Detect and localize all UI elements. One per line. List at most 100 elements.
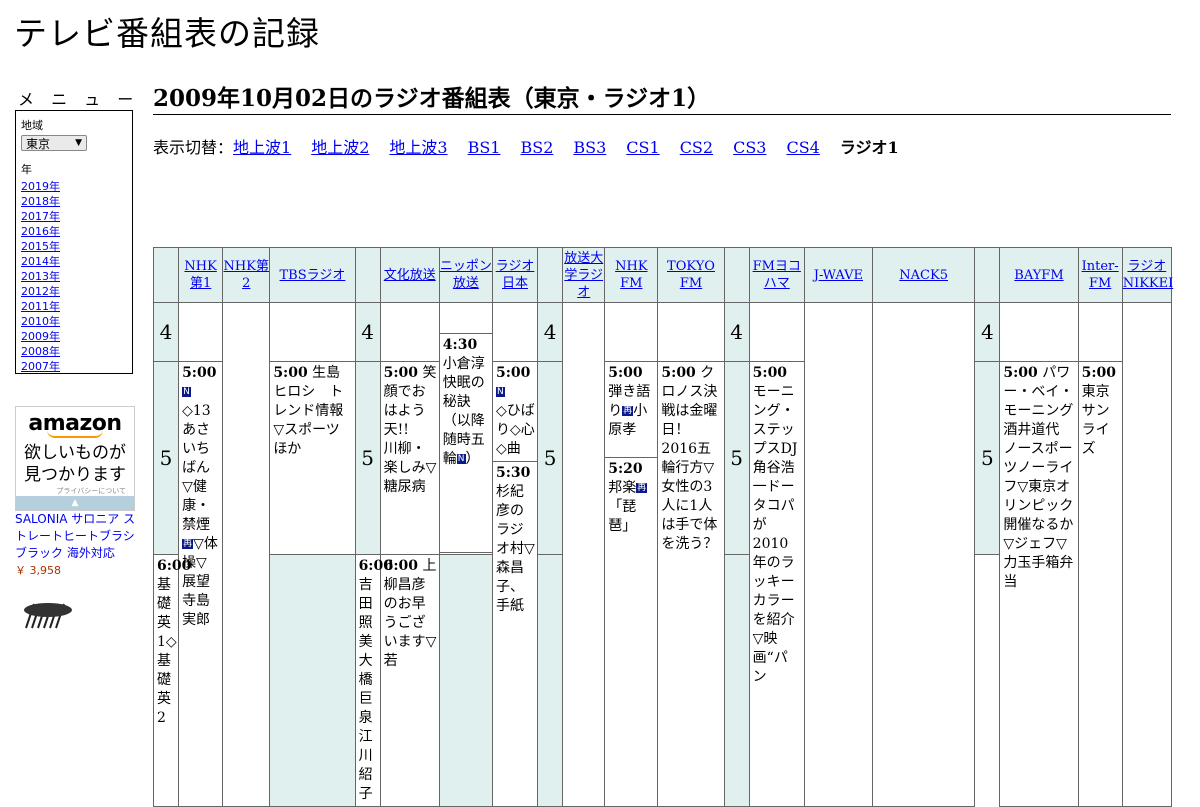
program-cell[interactable]: 4:30 小倉淳 快眠の秘訣 （以降随時五輪N） bbox=[438, 333, 493, 553]
hour-label: 4 bbox=[537, 302, 564, 362]
station-link-bayfm[interactable]: BAYFM bbox=[1014, 268, 1063, 283]
station-link-interfm[interactable]: Inter-FM bbox=[1082, 259, 1119, 291]
station-link-nhk2[interactable]: NHK第2 bbox=[224, 259, 269, 291]
program-time: 5:00 bbox=[608, 365, 643, 381]
switch-link[interactable]: CS3 bbox=[733, 138, 766, 157]
year-link[interactable]: 2019年 bbox=[21, 180, 60, 193]
switch-link[interactable]: CS2 bbox=[680, 138, 713, 157]
year-link[interactable]: 2013年 bbox=[21, 270, 60, 283]
program-cell[interactable]: 5:00 クロノス決戦は金曜日！2016五輪行方▽女性の3人に1人は手で体を洗う… bbox=[657, 361, 725, 807]
program-cell[interactable]: 6:00 上柳昌彦のお早うございます▽若 bbox=[379, 554, 440, 807]
hour-header-cell bbox=[152, 247, 180, 303]
program-time: 4:30 bbox=[442, 337, 478, 353]
switch-link[interactable]: 地上波3 bbox=[389, 138, 447, 157]
year-link[interactable]: 2008年 bbox=[21, 345, 60, 358]
switch-current: ラジオ1 bbox=[839, 138, 899, 157]
year-link[interactable]: 2014年 bbox=[21, 255, 60, 268]
station-link-nhkfm[interactable]: NHK FM bbox=[615, 259, 647, 291]
program-text: クロノス決戦は金曜日！2016五輪行方▽女性の3人に1人は手で体を洗う？ bbox=[661, 365, 718, 552]
program-cell[interactable]: 5:00 笑顔でおはよう天!! 川柳・楽しみ▽糖尿病 bbox=[379, 361, 440, 555]
hour-header-cell bbox=[974, 247, 1001, 303]
year-link[interactable]: 2016年 bbox=[21, 225, 60, 238]
year-link[interactable]: 2012年 bbox=[21, 285, 60, 298]
year-link[interactable]: 2007年 bbox=[21, 360, 60, 373]
program-cell[interactable]: 6:00 基礎英1◇基礎英2 bbox=[152, 554, 191, 807]
switch-link[interactable]: CS1 bbox=[626, 138, 659, 157]
ad-privacy-link[interactable]: プライバシーについて bbox=[16, 486, 134, 496]
hour-label: 5 bbox=[723, 361, 750, 555]
news-badge-icon: N bbox=[182, 387, 191, 397]
station-header: TOKYO FM bbox=[657, 247, 725, 303]
ad-product-link[interactable]: SALONIA サロニア ストレートヒートブラシ ブラック 海外対応 bbox=[15, 512, 135, 560]
station-link-tokyofm[interactable]: TOKYO FM bbox=[667, 259, 715, 291]
rerun-badge-icon: 再 bbox=[622, 406, 634, 416]
switch-link[interactable]: CS4 bbox=[786, 138, 819, 157]
station-header: J-WAVE bbox=[803, 247, 874, 303]
program-text: 上柳昌彦のお早うございます▽若 bbox=[383, 558, 437, 669]
amazon-ad-banner[interactable]: amazon 欲しいものが 見つかります プライバシーについて ▲ bbox=[15, 406, 135, 511]
year-link[interactable]: 2011年 bbox=[21, 300, 60, 313]
program-text: 邦楽 bbox=[608, 480, 637, 496]
year-link[interactable]: 2015年 bbox=[21, 240, 60, 253]
empty-slot bbox=[222, 302, 271, 807]
program-cell[interactable]: 5:00 東京サンライズ bbox=[1077, 361, 1123, 807]
switch-link[interactable]: 地上波1 bbox=[233, 138, 291, 157]
program-cell[interactable]: 6:00 吉田照美 大橋巨泉 江川紹子 bbox=[354, 554, 393, 807]
page-title: 2009年10月02日のラジオ番組表（東京・ラジオ1） bbox=[153, 84, 1171, 115]
station-header: ニッポン放送 bbox=[438, 247, 493, 303]
station-link-fmyokohama[interactable]: FMヨコハマ bbox=[753, 259, 801, 291]
station-link-jwave[interactable]: J-WAVE bbox=[814, 268, 863, 283]
year-link[interactable]: 2018年 bbox=[21, 195, 60, 208]
program-cell[interactable]: 5:00 弾き語り再小原孝 bbox=[604, 361, 659, 458]
empty-slot bbox=[1077, 302, 1123, 362]
station-header: ラジオ日本 bbox=[491, 247, 539, 303]
station-header: Inter-FM bbox=[1077, 247, 1123, 303]
program-text: 東京サンライズ bbox=[1081, 384, 1110, 457]
ad-expand-bar[interactable]: ▲ bbox=[16, 496, 134, 510]
station-link-nack5[interactable]: NACK5 bbox=[899, 268, 948, 283]
switch-link[interactable]: 地上波2 bbox=[311, 138, 369, 157]
program-text: 杉紀彦のラジオ村▽森昌子、手紙 bbox=[495, 484, 535, 614]
program-time: 5:00 bbox=[182, 365, 217, 381]
program-cell[interactable]: 5:00 N ◇13 あさいちばん▽健康・禁煙再▽体操▽展望 寺島実郎 bbox=[178, 361, 224, 807]
program-cell[interactable]: 5:00 モーニング・ステップスDJ角谷浩一ドータコパが2010年のラッキーカラ… bbox=[748, 361, 805, 807]
year-link[interactable]: 2017年 bbox=[21, 210, 60, 223]
amazon-logo: amazon bbox=[28, 411, 122, 436]
empty-slot bbox=[491, 302, 539, 362]
station-link-rnippon[interactable]: ラジオ日本 bbox=[496, 259, 535, 291]
switch-link[interactable]: BS1 bbox=[468, 138, 501, 157]
program-cell[interactable]: 5:30 杉紀彦のラジオ村▽森昌子、手紙 bbox=[491, 461, 539, 807]
station-link-nhk1[interactable]: NHK第1 bbox=[184, 259, 216, 291]
region-select[interactable]: 東京 ▼ bbox=[21, 135, 87, 151]
program-cell[interactable]: 5:00 N ◇ひばり◇心◇曲 bbox=[491, 361, 539, 462]
ad-copy-line2: 見つかります bbox=[24, 465, 126, 485]
hour-label bbox=[438, 554, 493, 807]
empty-slot bbox=[803, 302, 874, 807]
site-title: テレビ番組表の記録 bbox=[14, 14, 320, 53]
year-link[interactable]: 2009年 bbox=[21, 330, 60, 343]
news-badge-icon: N bbox=[456, 454, 466, 464]
station-header: BAYFM bbox=[999, 247, 1079, 303]
station-link-bunka[interactable]: 文化放送 bbox=[384, 268, 436, 283]
hair-brush-icon bbox=[24, 603, 72, 629]
program-time: 5:00 bbox=[1003, 365, 1038, 381]
program-cell[interactable]: 5:00 パワー・ベイ・モーニング 酒井道代 ノースポーツノーライフ▽東京オリン… bbox=[999, 361, 1079, 807]
station-link-tbs[interactable]: TBSラジオ bbox=[280, 268, 346, 283]
rerun-badge-icon: 再 bbox=[636, 483, 648, 493]
empty-slot bbox=[748, 302, 805, 362]
switch-link[interactable]: BS2 bbox=[520, 138, 553, 157]
station-link-nippon[interactable]: ニッポン放送 bbox=[440, 259, 492, 291]
hour-label: 4 bbox=[723, 302, 750, 362]
hour-label bbox=[723, 554, 750, 807]
switch-link[interactable]: BS3 bbox=[573, 138, 606, 157]
hour-header-cell bbox=[537, 247, 564, 303]
program-cell[interactable]: 5:00 生島ヒロシ トレンド情報▽スポーツほか bbox=[269, 361, 356, 555]
year-link[interactable]: 2010年 bbox=[21, 315, 60, 328]
empty-slot bbox=[562, 302, 606, 807]
station-link-housou[interactable]: 放送大学ラジオ bbox=[564, 251, 603, 300]
chevron-up-icon: ▲ bbox=[71, 498, 79, 508]
hour-label: 4 bbox=[354, 302, 381, 362]
station-link-nikkei[interactable]: ラジオNIKKEI bbox=[1123, 259, 1174, 291]
program-cell[interactable]: 5:20 邦楽再 「琵琶」 bbox=[604, 457, 659, 807]
program-time: 5:00 bbox=[661, 365, 696, 381]
